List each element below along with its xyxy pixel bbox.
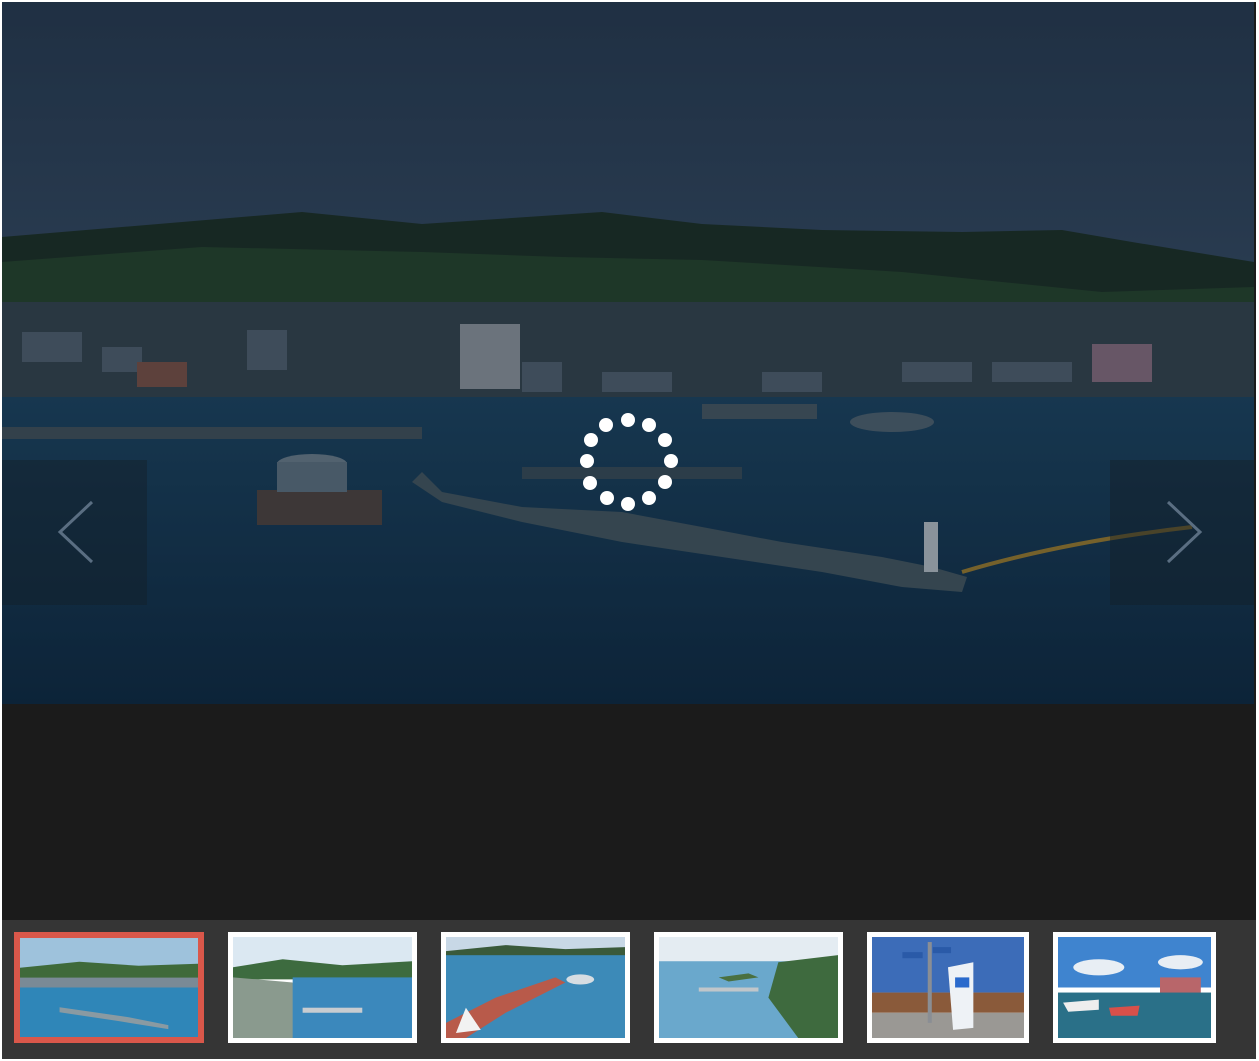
thumbnail-1[interactable] [14, 932, 204, 1043]
main-image-stage [2, 2, 1254, 704]
loading-spinner-icon [578, 411, 678, 511]
thumbnail-3[interactable] [441, 932, 630, 1043]
chevron-right-icon [1166, 500, 1203, 564]
thumbnail-5[interactable] [867, 932, 1029, 1043]
thumbnail-4[interactable] [654, 932, 843, 1043]
caption-area [2, 704, 1256, 920]
previous-image-button[interactable] [2, 460, 147, 605]
image-gallery [2, 2, 1256, 1059]
next-image-button[interactable] [1110, 460, 1254, 605]
thumbnail-6[interactable] [1053, 932, 1216, 1043]
thumbnail-strip [2, 920, 1256, 1059]
dim-overlay [2, 2, 1254, 704]
chevron-left-icon [57, 500, 94, 564]
thumbnail-2[interactable] [228, 932, 417, 1043]
